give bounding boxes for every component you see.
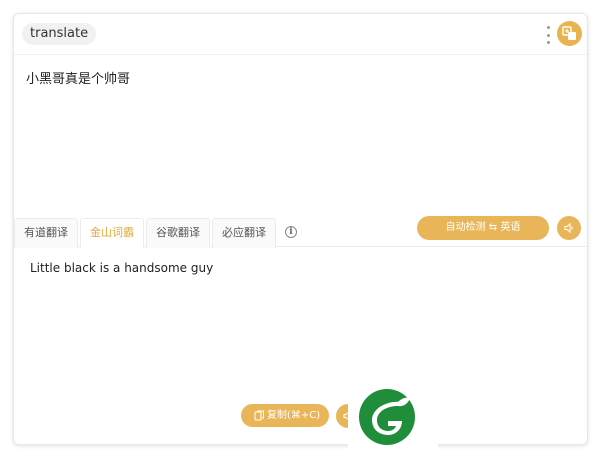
leaf-logo [359,389,415,445]
copy-button-label: 复制(⌘+C) [267,410,321,421]
tab-google[interactable]: 谷歌翻译 [146,218,210,248]
source-text[interactable]: 小黑哥真是个帅哥 [26,68,130,87]
more-vertical-icon[interactable] [545,26,551,44]
tab-jinshan[interactable]: 金山词霸 [80,218,144,248]
watermark-panel [348,378,438,457]
copy-icon [254,410,264,421]
language-select-button[interactable]: 自动检测 ⇆ 英语 [417,216,549,240]
tab-bing[interactable]: 必应翻译 [212,218,276,248]
translator-tabs: 有道翻译 金山词霸 谷歌翻译 必应翻译 i 自动检测 ⇆ 英语 [14,216,587,248]
source-speaker-button[interactable] [557,216,581,240]
speaker-icon [564,222,573,234]
copy-button[interactable]: 复制(⌘+C) [241,404,329,427]
translation-result[interactable]: Little black is a handsome guy [30,261,213,275]
header: translate [14,14,587,55]
translate-icon[interactable] [557,21,582,46]
info-icon[interactable]: i [285,226,297,238]
translator-window: translate 小黑哥真是个帅哥 有道翻译 金山词霸 谷歌翻译 必应翻译 i… [13,13,588,445]
tab-youdao[interactable]: 有道翻译 [14,218,78,248]
app-title: translate [22,23,97,45]
